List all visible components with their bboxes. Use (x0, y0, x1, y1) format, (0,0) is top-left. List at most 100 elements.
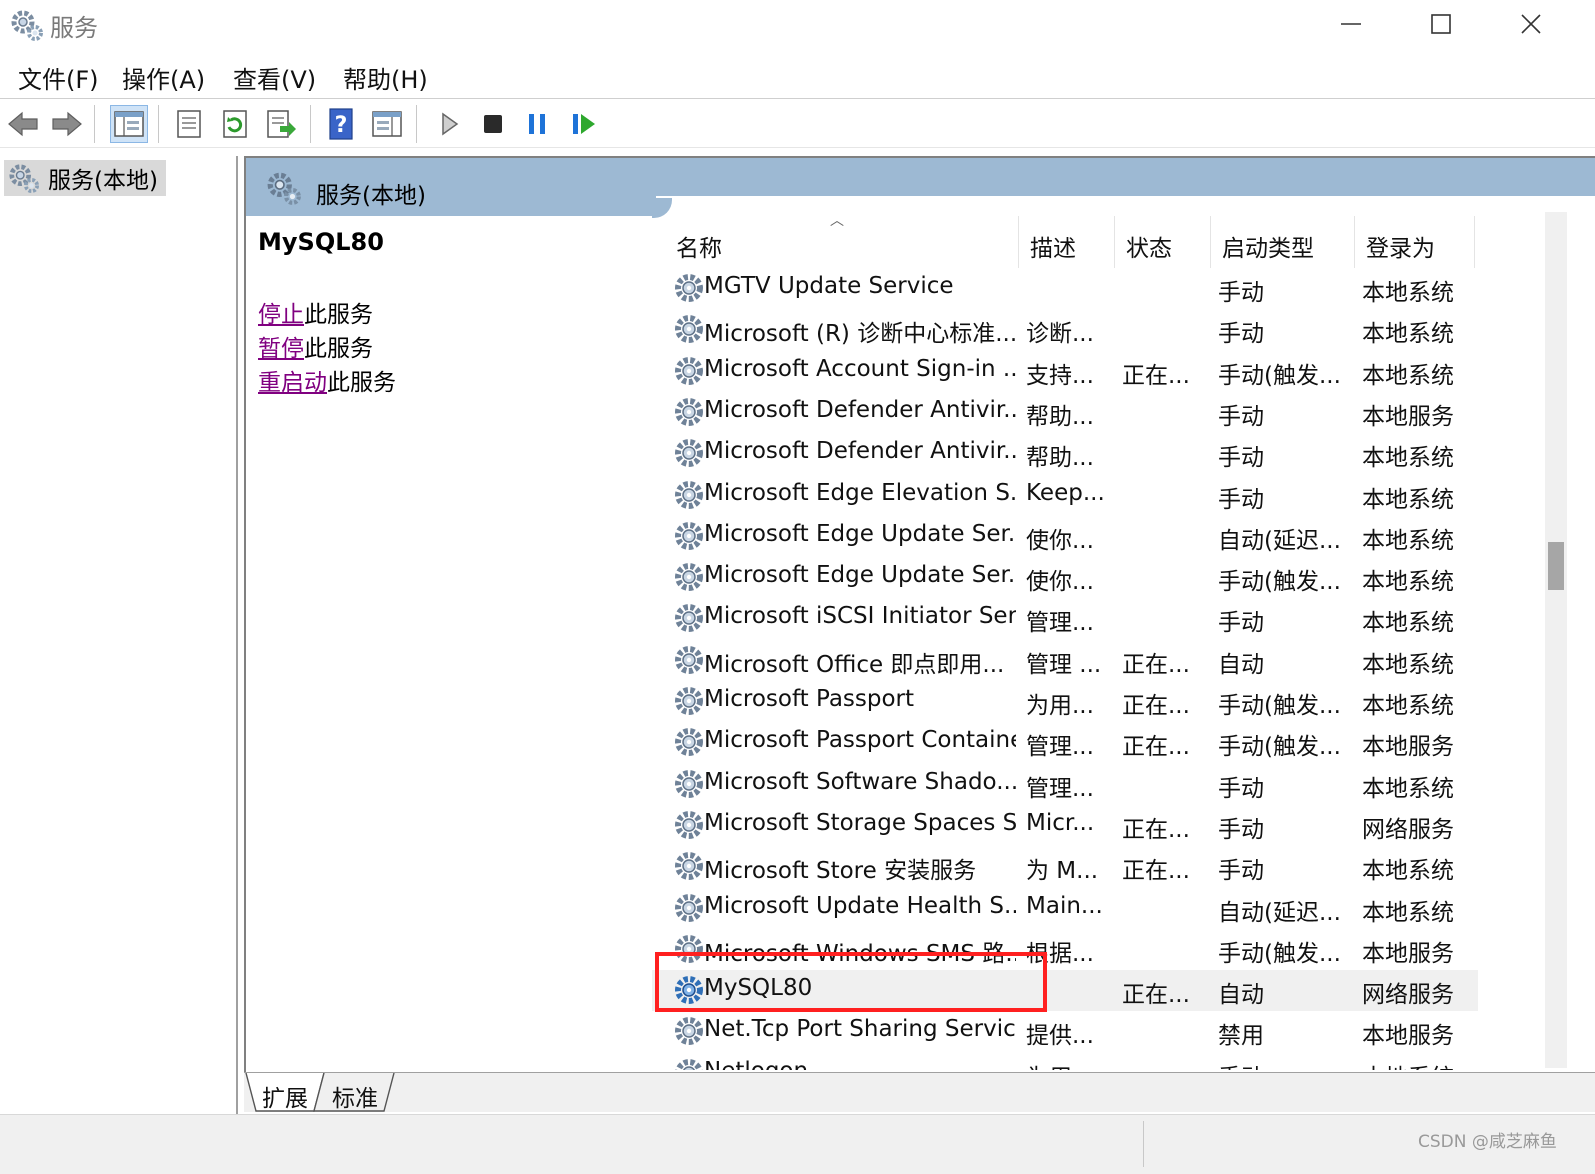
cell-name: Microsoft Defender Antivir... (704, 396, 1016, 423)
column-divider (1474, 216, 1475, 268)
tree-node-services-local[interactable]: 服务(本地) (4, 160, 166, 196)
cell-startup-type: 禁用 (1218, 1023, 1264, 1050)
tree-node-label: 服务(本地) (48, 168, 158, 194)
menu-file[interactable]: 文件(F) (18, 60, 99, 95)
show-hide-console-tree-button[interactable] (110, 105, 148, 143)
table-row[interactable]: Microsoft Update Health S... Main... 自动(延迟… (652, 888, 1478, 929)
refresh-icon (223, 110, 247, 138)
service-gear-icon (675, 893, 703, 922)
properties-button[interactable] (170, 105, 208, 143)
cell-log-on-as: 本地系统 (1362, 858, 1454, 885)
cell-description: 为用... (1026, 1058, 1112, 1070)
cell-description: 帮助... (1026, 403, 1094, 430)
table-row[interactable]: Microsoft Storage Spaces S... Micr... 正在..… (652, 805, 1478, 846)
pause-service-link[interactable]: 暂停 (258, 336, 304, 362)
mysql80-highlight-box (655, 952, 1047, 1012)
table-row[interactable]: Microsoft Edge Update Ser... 使你... 手动(触发..… (652, 557, 1478, 598)
close-button[interactable] (1486, 0, 1576, 48)
cell-log-on-as: 网络服务 (1362, 982, 1454, 1009)
table-row[interactable]: Microsoft (R) 诊断中心标准... 诊断... 手动 本地系统 (652, 309, 1478, 350)
service-gear-icon (675, 810, 703, 839)
tab-standard[interactable]: 标准 (332, 1079, 378, 1113)
table-row[interactable]: Microsoft iSCSI Initiator Ser... 管理... 手动 本… (652, 598, 1478, 639)
help-button[interactable]: ? (322, 105, 360, 143)
table-row[interactable]: Microsoft Account Sign-in ... 支持... 正在... 手… (652, 351, 1478, 392)
cell-log-on-as: 本地系统 (1362, 445, 1454, 472)
menu-help[interactable]: 帮助(H) (343, 60, 428, 95)
refresh-button[interactable] (216, 105, 254, 143)
action-stop: 停止此服务 (258, 298, 638, 332)
pause-icon (529, 114, 545, 134)
cell-status: 正在... (1122, 651, 1190, 678)
table-row[interactable]: Microsoft Defender Antivir... 帮助... 手动 本地系统 (652, 433, 1478, 474)
cell-startup-type: 手动 (1218, 775, 1264, 802)
cell-status: 正在... (1122, 693, 1190, 719)
show-action-pane-button[interactable] (368, 105, 406, 143)
menu-view[interactable]: 查看(V) (233, 60, 316, 95)
minimize-button[interactable] (1306, 0, 1396, 48)
service-actions: 停止此服务 暂停此服务 重启动此服务 (258, 298, 638, 400)
cell-log-on-as: 本地系统 (1362, 693, 1454, 719)
cell-log-on-as: 本地系统 (1362, 527, 1454, 554)
restart-service-link[interactable]: 重启动 (258, 370, 327, 396)
table-row[interactable]: Microsoft Passport Container 管理... 正在... 手动… (652, 722, 1478, 763)
svg-text:?: ? (335, 113, 348, 138)
cell-description: 帮助... (1026, 445, 1094, 472)
start-service-button[interactable] (430, 105, 468, 143)
console-tree-icon (114, 111, 144, 137)
back-button[interactable] (4, 105, 42, 143)
tab-extended[interactable]: 扩展 (262, 1079, 308, 1113)
pause-service-button[interactable] (518, 105, 556, 143)
column-header-name[interactable]: 名称 (668, 224, 1018, 268)
cell-log-on-as: 本地系统 (1362, 569, 1454, 596)
console-tree: 服务(本地) (0, 156, 238, 1114)
table-row[interactable]: Microsoft Edge Update Ser... 使你... 自动(延迟..… (652, 516, 1478, 557)
services-gear-icon (11, 10, 43, 41)
service-gear-icon (675, 439, 703, 468)
arrow-right-icon (52, 111, 82, 137)
cell-name: Microsoft Edge Update Ser... (704, 562, 1016, 589)
column-header-description[interactable]: 描述 (1022, 224, 1114, 268)
forward-button[interactable] (48, 105, 86, 143)
menu-action[interactable]: 操作(A) (122, 60, 205, 95)
cell-description: 使你... (1026, 569, 1094, 596)
service-gear-icon (675, 480, 703, 509)
column-header-status[interactable]: 状态 (1118, 224, 1210, 268)
cell-name: Microsoft Software Shado... (704, 768, 1016, 795)
table-row[interactable]: Microsoft Passport 为用... 正在... 手动(触发... 本地系统 (652, 681, 1478, 722)
cell-description: 管理... (1026, 734, 1094, 761)
table-row[interactable]: Microsoft Edge Elevation S... Keep... 手动 本地… (652, 475, 1478, 516)
table-row[interactable]: Net.Tcp Port Sharing Service 提供... 禁用 本地服务 (652, 1011, 1478, 1052)
table-row[interactable]: Microsoft Software Shado... 管理... 手动 本地系统 (652, 764, 1478, 805)
cell-startup-type: 手动(触发... (1218, 362, 1341, 389)
toolbar-separator (416, 105, 417, 143)
maximize-icon (1431, 14, 1451, 34)
stop-service-button[interactable] (474, 105, 512, 143)
title-bar: 服务 (0, 0, 1595, 50)
table-row[interactable]: Netlogon 为用... 手动本地系统 (652, 1053, 1478, 1070)
maximize-button[interactable] (1396, 0, 1486, 48)
cell-log-on-as: 本地系统 (1362, 610, 1454, 637)
export-list-button[interactable] (262, 105, 300, 143)
restart-service-button[interactable] (564, 105, 602, 143)
cell-startup-type: 手动 (1218, 321, 1264, 348)
cell-description: 为用... (1026, 693, 1094, 719)
scrollbar-thumb[interactable] (1548, 542, 1564, 590)
vertical-scrollbar[interactable] (1545, 212, 1567, 1068)
cell-status: 正在... (1122, 734, 1190, 761)
table-row[interactable]: Microsoft Office 即点即用... 管理 ... 正在... 自动 本地系… (652, 640, 1478, 681)
stop-service-link[interactable]: 停止 (258, 302, 304, 328)
table-row[interactable]: Microsoft Defender Antivir... 帮助... 手动 本地服务 (652, 392, 1478, 433)
table-row[interactable]: MGTV Update Service 手动 本地系统 (652, 268, 1478, 309)
service-gear-icon (675, 563, 703, 592)
close-icon (1521, 14, 1541, 34)
column-header-startup-type[interactable]: 启动类型 (1214, 224, 1354, 268)
cell-startup-type: 手动 (1218, 1058, 1352, 1070)
cell-log-on-as: 本地系统 (1362, 899, 1454, 926)
cell-status: 正在... (1122, 816, 1190, 843)
column-header-log-on-as[interactable]: 登录为 (1358, 224, 1474, 268)
cell-log-on-as: 本地系统 (1362, 486, 1454, 513)
cell-startup-type: 手动(触发... (1218, 569, 1341, 596)
table-row[interactable]: Microsoft Store 安装服务 为 M... 正在... 手动 本地系统 (652, 846, 1478, 887)
column-divider (1018, 216, 1019, 268)
